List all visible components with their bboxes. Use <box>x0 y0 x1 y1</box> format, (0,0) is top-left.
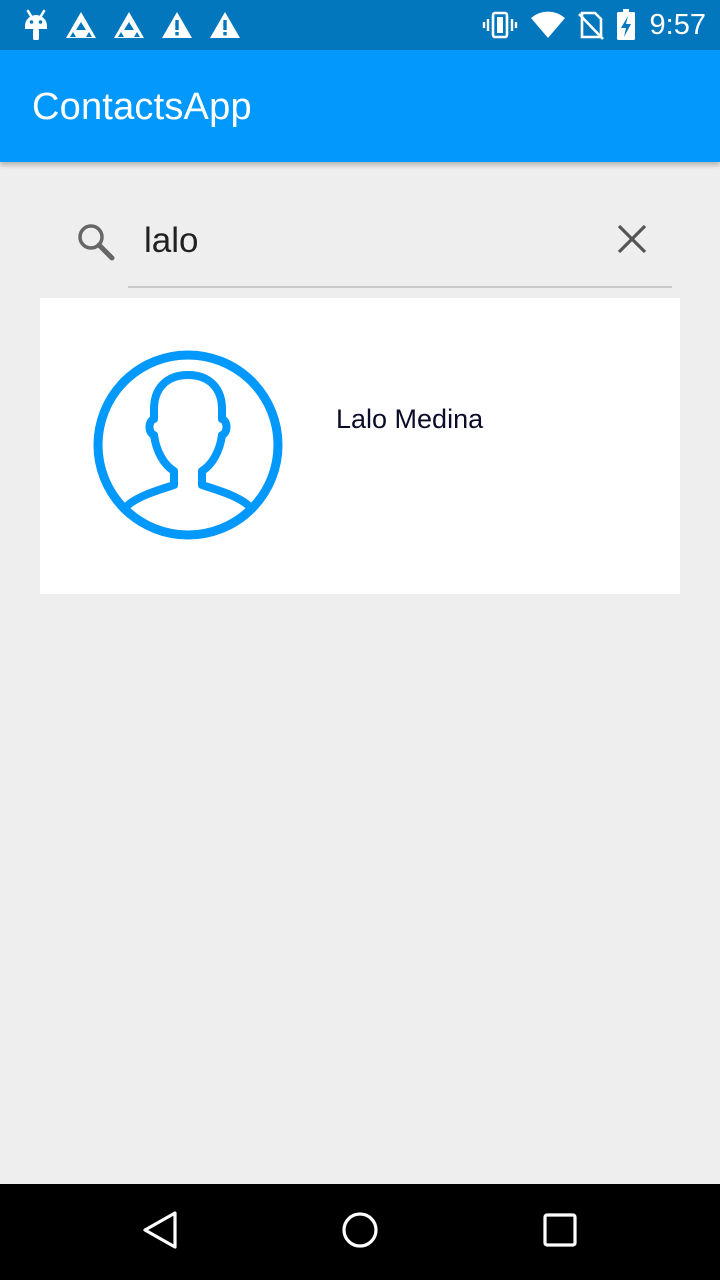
navigation-bar <box>0 1184 720 1280</box>
vibrate-icon <box>482 10 518 40</box>
triangle-pattern-icon <box>112 10 146 40</box>
warning-icon <box>160 10 194 40</box>
back-icon <box>140 1210 180 1255</box>
android-debug-icon <box>22 9 50 41</box>
recents-button[interactable] <box>532 1204 588 1260</box>
person-avatar-icon <box>90 347 286 543</box>
triangle-pattern-icon <box>64 10 98 40</box>
no-sim-icon <box>577 10 604 40</box>
battery-charging-icon <box>616 9 636 41</box>
search-bar <box>0 195 720 290</box>
status-bar: 9:57 <box>0 0 720 50</box>
recents-icon <box>540 1210 580 1255</box>
search-input[interactable] <box>128 195 672 288</box>
wifi-icon <box>530 11 566 39</box>
app-title: ContactsApp <box>32 86 252 128</box>
home-icon <box>340 1210 380 1255</box>
contact-list-item[interactable]: Lalo Medina <box>40 298 680 594</box>
contact-name: Lalo Medina <box>336 404 484 434</box>
warning-icon <box>208 10 242 40</box>
app-bar: ContactsApp <box>0 50 720 162</box>
notification-icons <box>22 9 242 41</box>
home-button[interactable] <box>332 1204 388 1260</box>
back-button[interactable] <box>132 1204 188 1260</box>
clear-search-button[interactable] <box>604 213 660 269</box>
status-time: 9:57 <box>649 8 706 41</box>
close-icon <box>617 224 647 259</box>
system-icons: 9:57 <box>482 9 706 41</box>
search-icon[interactable] <box>76 222 116 262</box>
